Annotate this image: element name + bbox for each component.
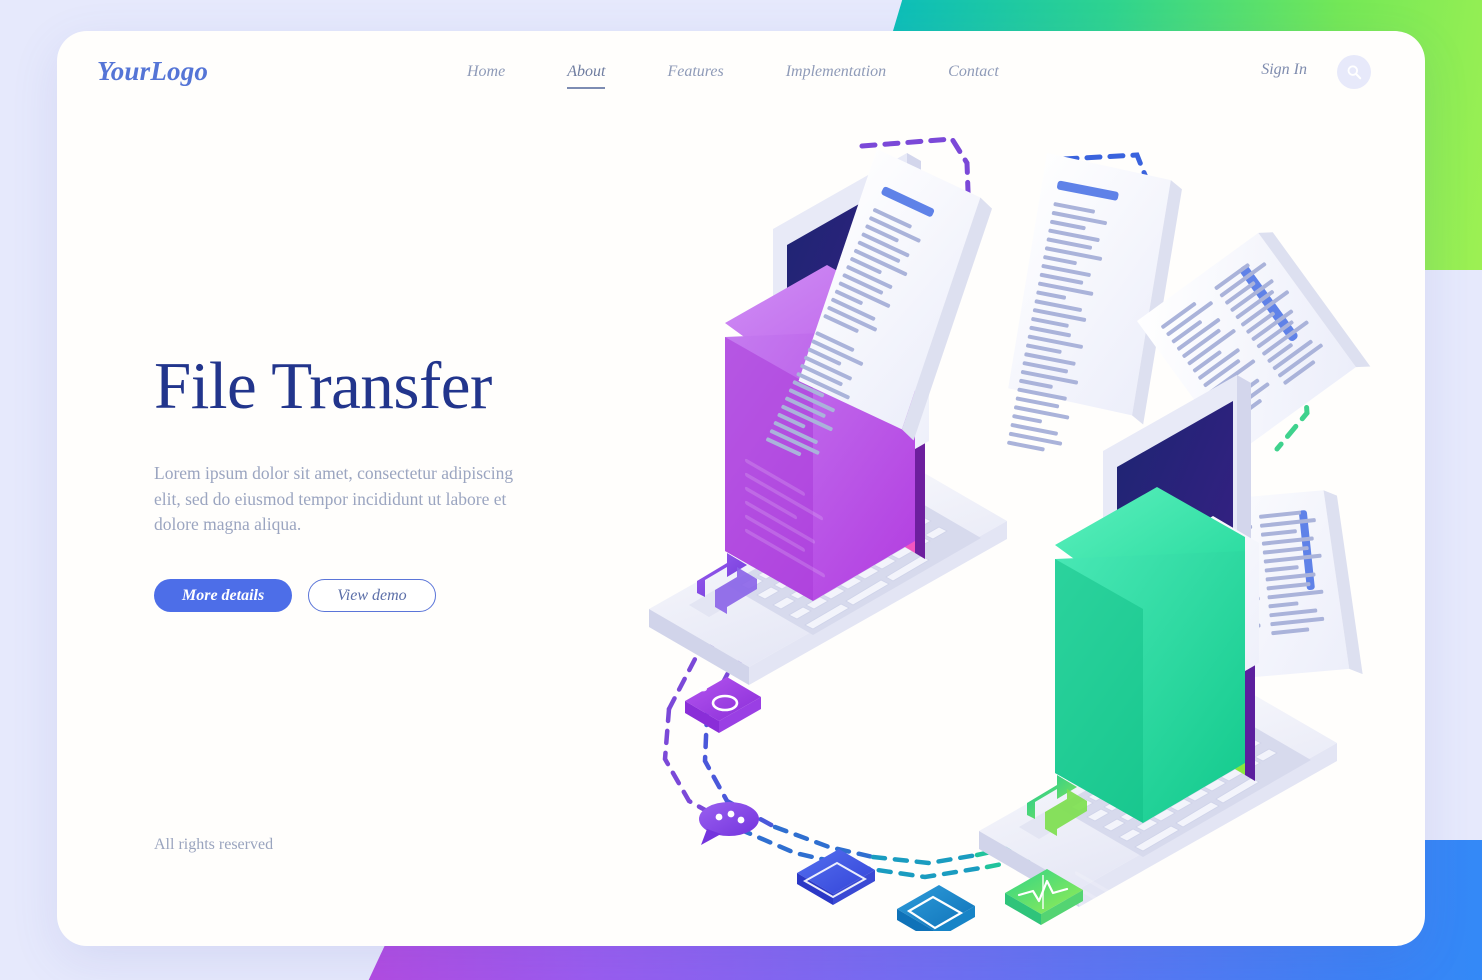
file-type-icons bbox=[685, 677, 1083, 931]
logo[interactable]: YourLogo bbox=[97, 56, 208, 87]
nav-item-implementation[interactable]: Implementation bbox=[786, 61, 886, 89]
view-demo-button[interactable]: View demo bbox=[308, 579, 436, 613]
chat-bubble-icon bbox=[699, 802, 759, 845]
main-navigation: Home About Features Implementation Conta… bbox=[467, 61, 999, 89]
nav-item-contact[interactable]: Contact bbox=[948, 61, 999, 89]
hero-description: Lorem ipsum dolor sit amet, consectetur … bbox=[154, 463, 514, 535]
search-icon bbox=[1347, 64, 1361, 79]
landing-card: YourLogo Home About Features Implementat… bbox=[57, 31, 1425, 946]
more-details-button[interactable]: More details bbox=[154, 579, 293, 613]
site-header: YourLogo Home About Features Implementat… bbox=[57, 31, 1425, 121]
page-root: YourLogo Home About Features Implementat… bbox=[0, 0, 1482, 980]
nav-item-about[interactable]: About bbox=[567, 61, 606, 89]
nav-item-home[interactable]: Home bbox=[467, 61, 505, 89]
sign-in-link[interactable]: Sign In bbox=[1261, 61, 1307, 79]
nav-item-features[interactable]: Features bbox=[667, 61, 723, 89]
rights-text: All rights reserved bbox=[154, 836, 274, 853]
search-button[interactable] bbox=[1337, 55, 1371, 89]
folder-icon bbox=[897, 885, 975, 931]
camera-icon bbox=[685, 677, 761, 733]
file-transfer-illustration bbox=[577, 111, 1425, 931]
